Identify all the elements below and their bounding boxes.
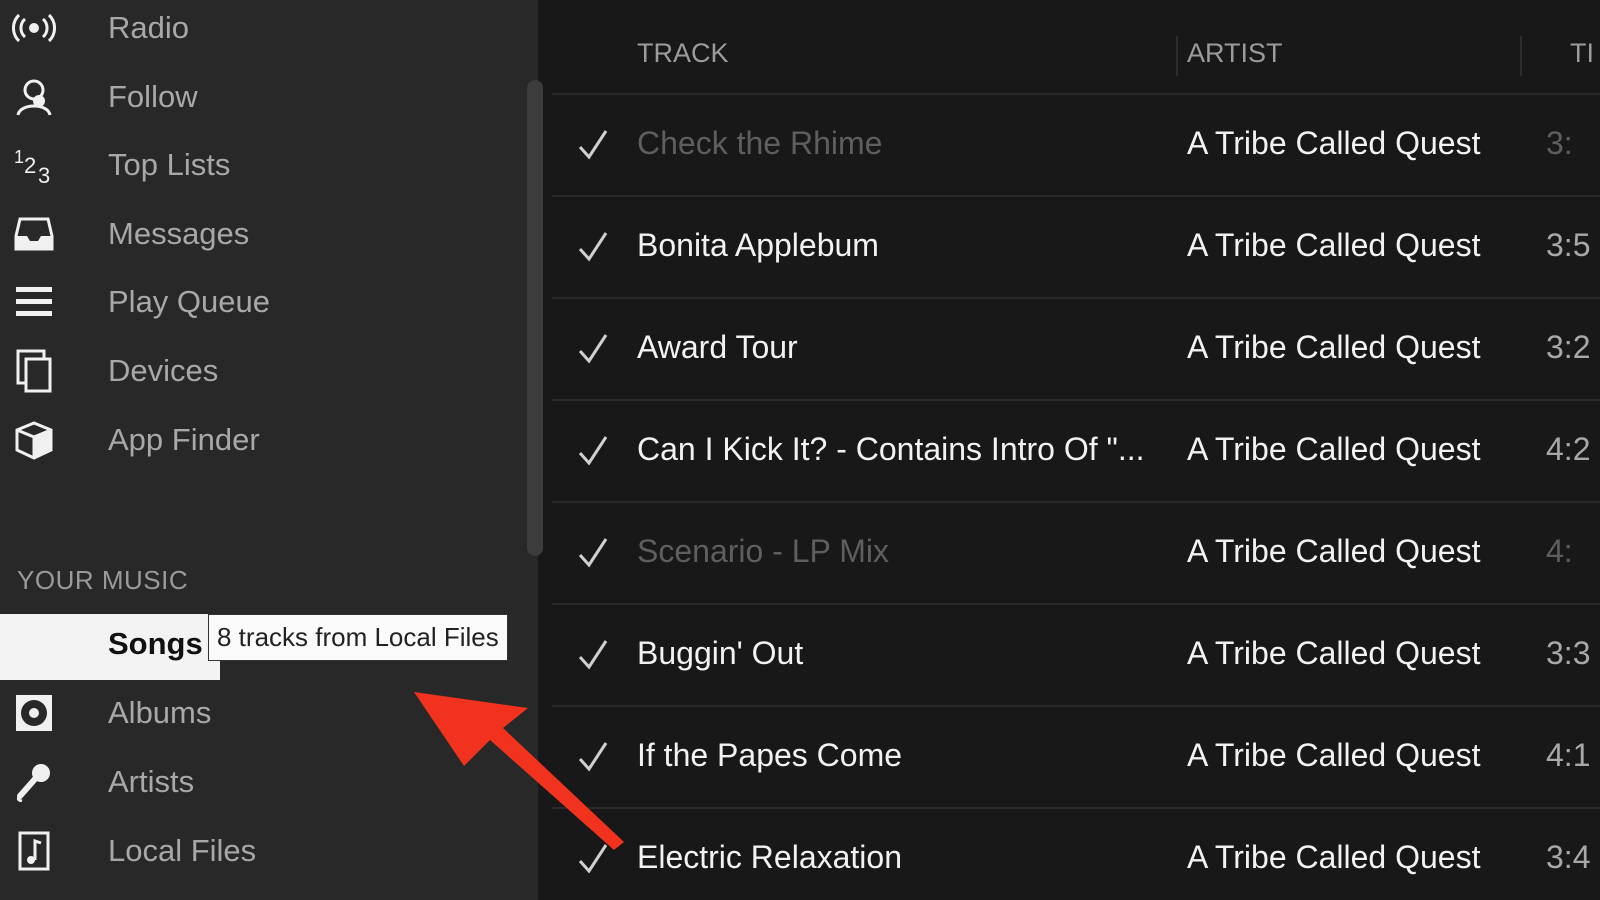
microphone-icon (10, 758, 58, 806)
sidebar-scrollbar[interactable] (527, 80, 543, 556)
checkmark-icon[interactable] (574, 329, 614, 369)
artist-link[interactable]: A Tribe Called Quest (1187, 227, 1480, 264)
table-row[interactable]: Scenario - LP Mix A Tribe Called Quest 4: (552, 503, 1600, 605)
queue-icon (10, 278, 58, 326)
column-divider[interactable] (1176, 36, 1178, 76)
sidebar-item-app-finder[interactable]: App Finder (0, 410, 520, 470)
follow-icon (10, 73, 58, 121)
artist-link[interactable]: A Tribe Called Quest (1187, 635, 1480, 672)
tooltip: 8 tracks from Local Files (208, 614, 508, 661)
artist-link[interactable]: A Tribe Called Quest (1187, 431, 1480, 468)
track-name: Award Tour (637, 329, 798, 365)
artist-link[interactable]: A Tribe Called Quest (1187, 737, 1480, 774)
album-icon (10, 689, 58, 737)
table-row[interactable]: Electric Relaxation A Tribe Called Quest 3… (552, 809, 1600, 900)
track-name: If the Papes Come (637, 737, 903, 773)
track-name: Buggin' Out (637, 635, 804, 671)
table-row[interactable]: Check the Rhime A Tribe Called Quest 3: (552, 95, 1600, 197)
track-name: Check the Rhime (637, 125, 883, 161)
artist-link[interactable]: A Tribe Called Quest (1187, 533, 1480, 570)
table-row[interactable]: Can I Kick It? - Contains Intro Of "... A… (552, 401, 1600, 503)
sidebar-item-songs[interactable]: Songs (0, 614, 220, 680)
checkmark-icon[interactable] (574, 227, 614, 267)
sidebar-item-messages[interactable]: Messages (0, 204, 520, 264)
track-duration: 3: (1546, 125, 1573, 161)
sidebar-item-label: Devices (108, 353, 219, 388)
track-duration: 3:5 (1546, 227, 1591, 263)
sidebar-item-label: Follow (108, 79, 198, 114)
artist-link[interactable]: A Tribe Called Quest (1187, 329, 1480, 366)
inbox-icon (10, 210, 58, 258)
sidebar-item-label: Local Files (108, 833, 257, 868)
table-row[interactable]: Buggin' Out A Tribe Called Quest 3:3 (552, 605, 1600, 707)
artist-link[interactable]: A Tribe Called Quest (1187, 839, 1480, 876)
track-name: Electric Relaxation (637, 839, 902, 875)
sidebar-item-play-queue[interactable]: Play Queue (0, 272, 520, 332)
track-duration: 3:4 (1546, 839, 1591, 875)
devices-icon (10, 347, 58, 395)
sidebar-item-label: Play Queue (108, 284, 270, 319)
svg-text:2: 2 (24, 153, 36, 178)
table-row[interactable]: Award Tour A Tribe Called Quest 3:2 (552, 299, 1600, 401)
sidebar-item-label: Songs (108, 626, 203, 661)
tracklist-header: TRACK ARTIST TI (552, 0, 1600, 95)
sidebar-item-label: Messages (108, 216, 250, 251)
column-divider[interactable] (1520, 36, 1522, 76)
checkmark-icon[interactable] (574, 125, 614, 165)
annotation-arrow (414, 692, 624, 850)
checkmark-icon[interactable] (574, 431, 614, 471)
checkmark-icon[interactable] (574, 533, 614, 573)
track-duration: 4:1 (1546, 737, 1591, 773)
your-music-heading: YOUR MUSIC (17, 565, 189, 595)
svg-text:1: 1 (14, 147, 24, 167)
sidebar-item-label: Albums (108, 695, 212, 730)
sidebar-item-label: Radio (108, 10, 189, 45)
track-name: Scenario - LP Mix (637, 533, 889, 569)
music-file-icon (10, 827, 58, 875)
sidebar-item-label: App Finder (108, 422, 260, 457)
track-name: Bonita Applebum (637, 227, 879, 263)
sidebar-item-top-lists[interactable]: 123 Top Lists (0, 135, 520, 195)
sidebar-item-label: Artists (108, 764, 195, 799)
column-header-artist[interactable]: ARTIST (1187, 38, 1283, 69)
radio-icon (10, 4, 58, 52)
track-list: TRACK ARTIST TI Check the Rhime A Tribe C… (552, 0, 1600, 900)
table-row[interactable]: If the Papes Come A Tribe Called Quest 4:1 (552, 707, 1600, 809)
track-duration: 3:2 (1546, 329, 1591, 365)
track-name: Can I Kick It? - Contains Intro Of "... (637, 431, 1145, 467)
app-finder-icon (10, 416, 58, 464)
track-duration: 4:2 (1546, 431, 1591, 467)
sidebar-item-label: Top Lists (108, 147, 231, 182)
column-header-track[interactable]: TRACK (637, 38, 729, 69)
top-lists-icon: 123 (10, 141, 58, 189)
sidebar-item-radio[interactable]: Radio (0, 0, 520, 58)
checkmark-icon[interactable] (574, 635, 614, 675)
svg-text:3: 3 (38, 163, 50, 187)
track-duration: 4: (1546, 533, 1573, 569)
table-row[interactable]: Bonita Applebum A Tribe Called Quest 3:5 (552, 197, 1600, 299)
artist-link[interactable]: A Tribe Called Quest (1187, 125, 1480, 162)
sidebar-item-follow[interactable]: Follow (0, 67, 520, 127)
sidebar-item-devices[interactable]: Devices (0, 341, 520, 401)
column-header-time[interactable]: TI (1570, 38, 1594, 69)
track-duration: 3:3 (1546, 635, 1591, 671)
